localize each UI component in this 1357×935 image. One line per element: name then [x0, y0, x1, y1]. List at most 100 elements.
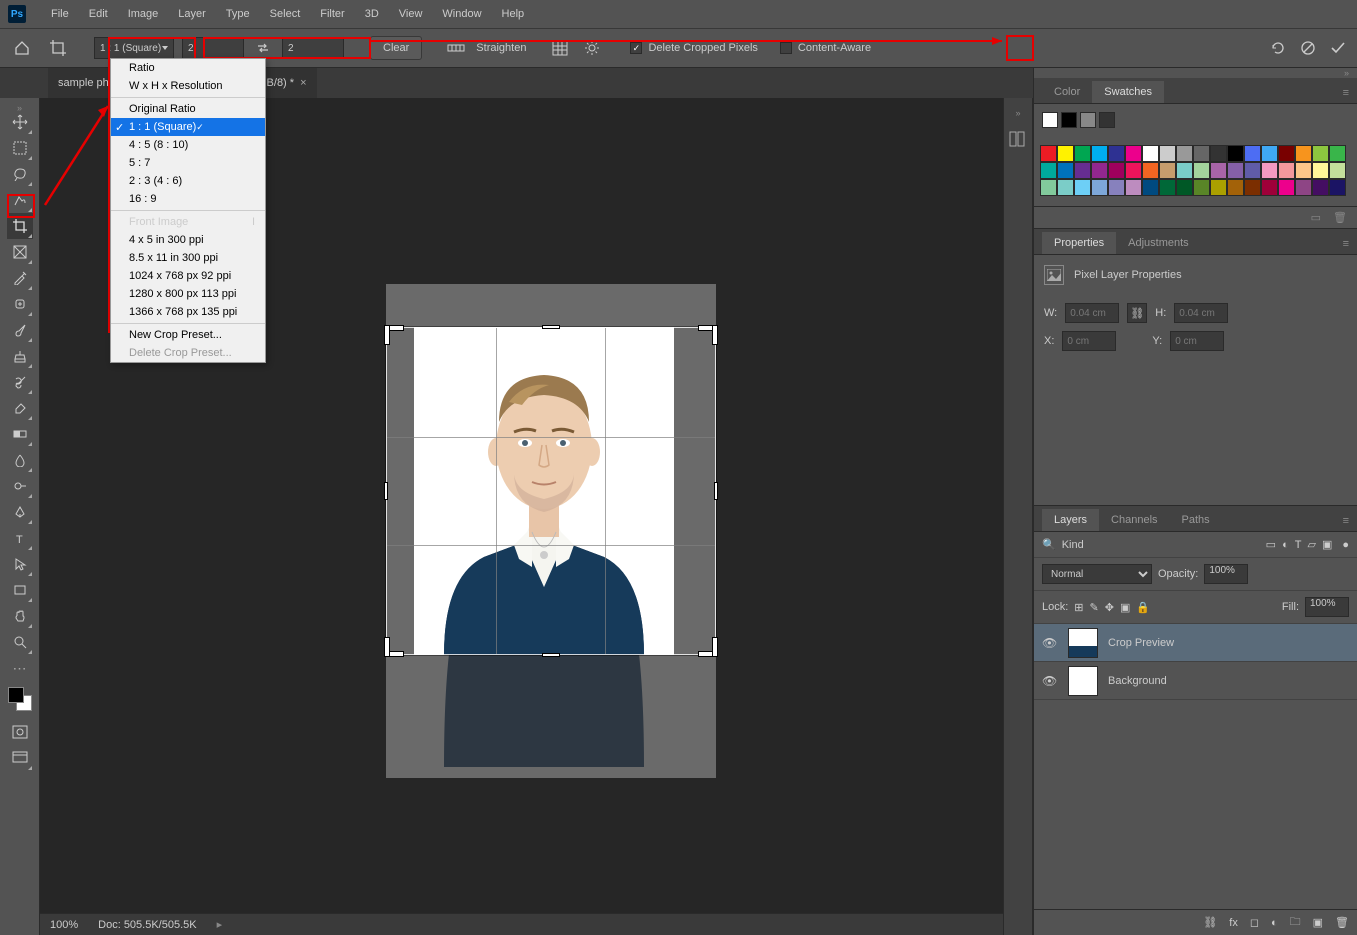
eyedropper-tool[interactable] — [7, 265, 33, 291]
swatch[interactable] — [1074, 145, 1091, 162]
swatch[interactable] — [1261, 179, 1278, 196]
path-select-tool[interactable] — [7, 551, 33, 577]
swatch[interactable] — [1278, 162, 1295, 179]
crop-boundary[interactable] — [386, 327, 716, 655]
swatch[interactable] — [1040, 162, 1057, 179]
swatch[interactable] — [1295, 179, 1312, 196]
marquee-tool[interactable] — [7, 135, 33, 161]
swatch[interactable] — [1176, 162, 1193, 179]
cancel-crop-icon[interactable] — [1297, 37, 1319, 59]
lock-artboard-icon[interactable]: ▣ — [1120, 601, 1130, 614]
swatch[interactable] — [1210, 179, 1227, 196]
brush-tool[interactable] — [7, 317, 33, 343]
zoom-tool[interactable] — [7, 629, 33, 655]
swap-dimensions-button[interactable] — [252, 37, 274, 59]
swatch[interactable] — [1125, 162, 1142, 179]
layer-name[interactable]: Background — [1108, 675, 1167, 687]
link-wh-icon[interactable]: ⛓ — [1127, 303, 1147, 323]
ratio-option[interactable]: Original Ratio — [111, 100, 265, 118]
ratio-option[interactable]: 8.5 x 11 in 300 ppi — [111, 249, 265, 267]
x-input[interactable]: 0 cm — [1062, 331, 1116, 351]
swatch[interactable] — [1244, 145, 1261, 162]
swatch[interactable] — [1193, 179, 1210, 196]
panel-menu-icon[interactable]: ≡ — [1335, 234, 1357, 254]
visibility-toggle-icon[interactable]: 👁 — [1042, 674, 1058, 688]
swatch[interactable] — [1061, 112, 1077, 128]
swatch[interactable] — [1091, 179, 1108, 196]
menu-3d[interactable]: 3D — [355, 0, 389, 28]
tab-swatches[interactable]: Swatches — [1092, 81, 1164, 103]
swatch[interactable] — [1142, 162, 1159, 179]
tab-color[interactable]: Color — [1042, 81, 1092, 103]
swatch[interactable] — [1099, 112, 1115, 128]
fill-input[interactable]: 100% — [1305, 597, 1349, 617]
crop-height-input[interactable]: 2 — [282, 37, 344, 59]
clear-button[interactable]: Clear — [370, 36, 422, 60]
swatch[interactable] — [1244, 162, 1261, 179]
ratio-option-selected[interactable]: 1 : 1 (Square) — [111, 118, 265, 136]
straighten-label[interactable]: Straighten — [476, 42, 526, 54]
crop-tool[interactable] — [7, 213, 33, 239]
swatch[interactable] — [1295, 145, 1312, 162]
swatch[interactable] — [1159, 162, 1176, 179]
ratio-option[interactable]: W x H x Resolution — [111, 77, 265, 95]
layer-name[interactable]: Crop Preview — [1108, 637, 1174, 649]
dodge-tool[interactable] — [7, 473, 33, 499]
swatch[interactable] — [1261, 145, 1278, 162]
home-icon[interactable] — [8, 34, 36, 62]
zoom-level[interactable]: 100% — [50, 919, 78, 931]
clone-stamp-tool[interactable] — [7, 343, 33, 369]
tab-layers[interactable]: Layers — [1042, 509, 1099, 531]
lasso-tool[interactable] — [7, 161, 33, 187]
layer-style-icon[interactable]: fx — [1229, 917, 1238, 929]
menu-layer[interactable]: Layer — [168, 0, 216, 28]
swatch[interactable] — [1125, 179, 1142, 196]
frame-tool[interactable] — [7, 239, 33, 265]
screen-mode-icon[interactable] — [7, 745, 33, 771]
overlay-options-icon[interactable] — [548, 36, 572, 60]
swatch[interactable] — [1074, 179, 1091, 196]
straighten-icon[interactable] — [444, 36, 468, 60]
reset-crop-icon[interactable] — [1267, 37, 1289, 59]
filter-smart-icon[interactable]: ▣ — [1322, 538, 1332, 551]
menu-help[interactable]: Help — [492, 0, 535, 28]
ratio-option[interactable]: Front ImageI — [111, 213, 265, 231]
crop-tool-preset-icon[interactable] — [44, 34, 72, 62]
swatch[interactable] — [1057, 179, 1074, 196]
swatch[interactable] — [1040, 179, 1057, 196]
ratio-option[interactable]: Ratio — [111, 59, 265, 77]
panel-menu-icon[interactable]: ≡ — [1335, 83, 1357, 103]
doc-size[interactable]: Doc: 505.5K/505.5K — [98, 919, 196, 931]
swatch[interactable] — [1329, 179, 1346, 196]
swatch[interactable] — [1193, 162, 1210, 179]
lock-pixels-icon[interactable]: ✎ — [1090, 601, 1099, 614]
tab-channels[interactable]: Channels — [1099, 509, 1169, 531]
ratio-option[interactable]: 5 : 7 — [111, 154, 265, 172]
blend-mode-select[interactable]: Normal — [1042, 564, 1152, 584]
shape-tool[interactable] — [7, 577, 33, 603]
layer-thumbnail[interactable] — [1068, 628, 1098, 658]
swatch[interactable] — [1176, 179, 1193, 196]
swatch[interactable] — [1091, 162, 1108, 179]
swatch[interactable] — [1295, 162, 1312, 179]
commit-crop-icon[interactable] — [1327, 37, 1349, 59]
menu-image[interactable]: Image — [118, 0, 169, 28]
lock-all-icon[interactable]: 🔒 — [1136, 601, 1150, 614]
ratio-option[interactable]: 1024 x 768 px 92 ppi — [111, 267, 265, 285]
y-input[interactable]: 0 cm — [1170, 331, 1224, 351]
pen-tool[interactable] — [7, 499, 33, 525]
menu-window[interactable]: Window — [432, 0, 491, 28]
swatch[interactable] — [1227, 179, 1244, 196]
swatch[interactable] — [1108, 179, 1125, 196]
swatch[interactable] — [1329, 145, 1346, 162]
menu-select[interactable]: Select — [260, 0, 311, 28]
filter-adjust-icon[interactable]: ◐ — [1282, 539, 1289, 551]
ratio-option[interactable]: 2 : 3 (4 : 6) — [111, 172, 265, 190]
panel-menu-icon[interactable]: ≡ — [1335, 511, 1357, 531]
swatch[interactable] — [1210, 162, 1227, 179]
quick-mask-icon[interactable] — [7, 719, 33, 745]
move-tool[interactable] — [7, 109, 33, 135]
layer-thumbnail[interactable] — [1068, 666, 1098, 696]
visibility-toggle-icon[interactable]: 👁 — [1042, 636, 1058, 650]
ratio-option[interactable]: 16 : 9 — [111, 190, 265, 208]
